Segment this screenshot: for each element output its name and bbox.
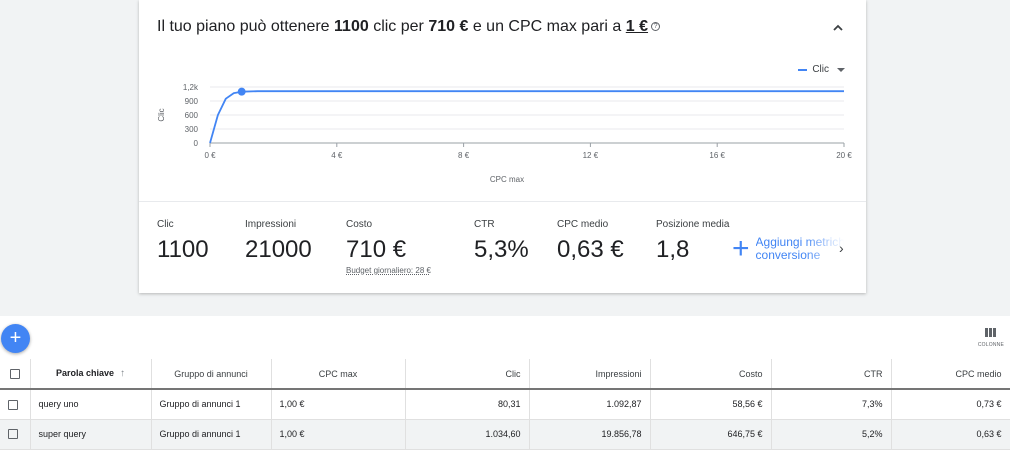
ctr-cell: 7,3% — [771, 389, 892, 420]
metric-value: 1,8 — [656, 236, 690, 263]
avg-cpc-cell: 0,63 € — [891, 419, 1010, 450]
x-tick-label: 16 € — [709, 151, 725, 160]
y-tick-label: 900 — [185, 97, 199, 106]
sort-arrow-icon: ↑ — [120, 368, 126, 379]
keyword-cell[interactable]: super query — [30, 419, 152, 450]
x-tick-label: 8 € — [458, 151, 470, 160]
x-tick-label: 12 € — [583, 151, 599, 160]
title-cpc-max[interactable]: 1 € — [626, 18, 648, 35]
impressions-cell: 19.856,78 — [529, 419, 651, 450]
row-select-cell — [0, 419, 31, 450]
x-tick-label: 4 € — [331, 151, 343, 160]
highlight-point — [237, 87, 246, 96]
metric-value: 5,3% — [474, 236, 529, 263]
y-axis-label: Clic — [157, 108, 166, 121]
clicks-chart: 0 300 600 900 1,2k 0 € 4 € 8 € 12 € 16 € 20 € CPC m… — [157, 83, 852, 184]
y-tick-label: 300 — [185, 125, 199, 134]
metric-cost: Costo 710 € Budget giornaliero: 28 € — [346, 219, 431, 275]
plan-summary-card: Il tuo piano può ottenere 1100 clic per … — [139, 0, 866, 293]
collapse-button[interactable] — [830, 20, 846, 36]
column-header-keyword[interactable]: Parola chiave ↑ — [30, 359, 152, 390]
ctr-cell: 5,2% — [771, 419, 892, 450]
columns-label: COLONNE — [977, 342, 1004, 348]
help-icon[interactable]: ? — [651, 22, 661, 31]
metric-label: CPC medio — [557, 219, 609, 230]
chevron-up-icon — [833, 24, 843, 31]
metric-ctr: CTR 5,3% — [474, 219, 529, 264]
select-all-checkbox[interactable] — [9, 368, 20, 379]
select-all-cell — [0, 359, 31, 390]
clicks-cell: 1.034,60 — [405, 419, 530, 450]
table-row[interactable]: super query Gruppo di annunci 1 1,00 € 1… — [0, 419, 1010, 450]
x-tick-label: 0 € — [204, 151, 216, 160]
row-checkbox[interactable] — [8, 429, 18, 440]
column-header-cost[interactable]: Costo — [650, 359, 772, 390]
y-tick-label: 1,2k — [183, 83, 199, 92]
chevron-right-icon[interactable]: › — [839, 240, 844, 256]
keyword-table: Parola chiave ↑ Gruppo di annunci CPC max… — [0, 359, 1010, 450]
metric-value: 710 € — [346, 236, 407, 263]
avg-cpc-cell: 0,73 € — [891, 389, 1010, 420]
add-conversion-line2: conversione — [755, 248, 821, 262]
daily-budget-link[interactable]: Budget giornaliero: 28 € — [346, 266, 431, 275]
ad-group-cell[interactable]: Gruppo di annunci 1 — [151, 389, 272, 420]
title-clicks: 1100 — [334, 18, 369, 35]
x-axis-label: CPC max — [490, 175, 524, 184]
column-header-cpc-max[interactable]: CPC max — [271, 359, 406, 390]
clicks-cell: 80,31 — [405, 389, 530, 420]
table-row[interactable]: query uno Gruppo di annunci 1 1,00 € 80,… — [0, 389, 1010, 420]
y-tick-label: 0 — [194, 139, 199, 148]
add-conversion-label: Aggiungi metriche conversione — [756, 236, 844, 262]
y-tick-label: 600 — [185, 111, 199, 120]
title-text: e un CPC max pari a — [468, 18, 626, 35]
cost-cell: 646,75 € — [650, 419, 772, 450]
add-keyword-button[interactable]: + — [1, 324, 30, 353]
plan-title: Il tuo piano può ottenere 1100 clic per … — [157, 18, 661, 36]
table-header-row: Parola chiave ↑ Gruppo di annunci CPC max… — [0, 359, 1010, 390]
title-cost: 710 € — [428, 18, 469, 35]
column-header-clicks[interactable]: Clic — [405, 359, 530, 390]
title-text: clic per — [368, 18, 429, 35]
impressions-cell: 1.092,87 — [529, 389, 651, 420]
x-tick-label: 20 € — [836, 151, 852, 160]
metric-label: Posizione media — [656, 219, 730, 230]
metric-label: Costo — [346, 219, 373, 230]
ad-group-cell[interactable]: Gruppo di annunci 1 — [151, 419, 272, 450]
keyword-cell[interactable]: query uno — [30, 389, 152, 420]
metric-avg-cpc: CPC medio 0,63 € — [557, 219, 624, 264]
plus-icon: + — [732, 232, 750, 265]
divider — [139, 201, 866, 202]
cost-cell: 58,56 € — [650, 389, 772, 420]
metric-value: 1100 — [157, 236, 209, 263]
series-line-clicks — [209, 90, 844, 144]
cpc-max-cell[interactable]: 1,00 € — [271, 419, 406, 450]
metric-impressions: Impressioni 21000 — [245, 219, 312, 264]
title-text: Il tuo piano può ottenere — [157, 18, 335, 35]
column-header-ctr[interactable]: CTR — [771, 359, 892, 390]
cpc-max-cell[interactable]: 1,00 € — [271, 389, 406, 420]
columns-button[interactable]: COLONNE — [978, 328, 1004, 348]
column-header-impressions[interactable]: Impressioni — [529, 359, 651, 390]
row-checkbox[interactable] — [8, 399, 18, 410]
column-header-avg-cpc[interactable]: CPC medio — [891, 359, 1010, 390]
metric-label: Impressioni — [245, 219, 297, 230]
metric-avg-position: Posizione media 1,8 — [656, 219, 729, 264]
column-header-ad-group[interactable]: Gruppo di annunci — [151, 359, 272, 390]
metric-clicks: Clic 1100 — [157, 219, 209, 264]
add-conversion-metrics-button[interactable]: + Aggiungi metriche conversione — [732, 232, 844, 265]
columns-icon — [978, 328, 1004, 337]
metric-label: CTR — [474, 219, 495, 230]
metric-value: 21000 — [245, 236, 312, 263]
row-select-cell — [0, 389, 31, 420]
metric-value: 0,63 € — [557, 236, 624, 263]
metric-label: Clic — [157, 219, 174, 230]
